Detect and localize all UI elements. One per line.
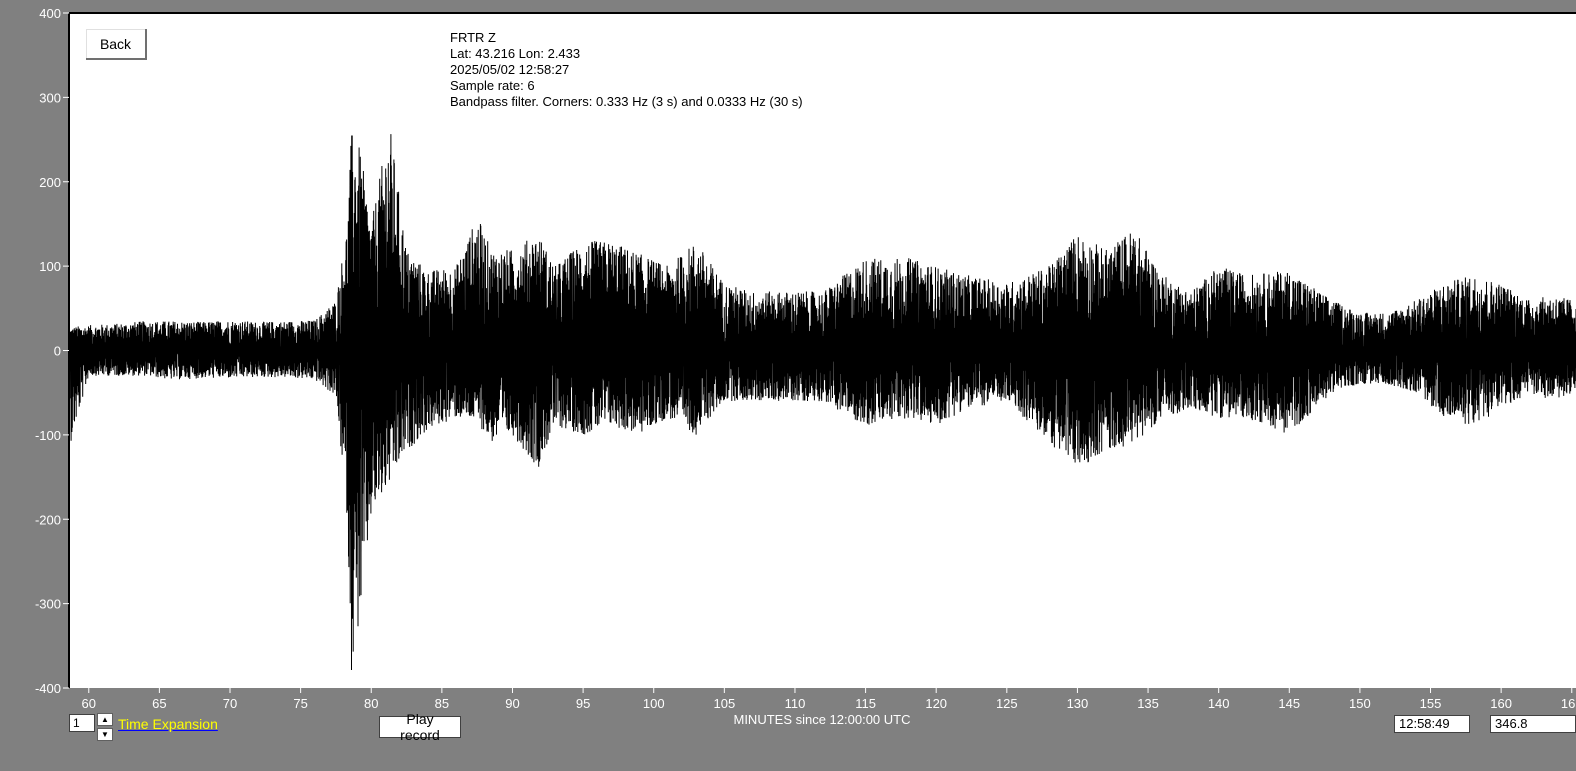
x-tick-label: 130 bbox=[1067, 696, 1089, 711]
x-tick-label: 105 bbox=[713, 696, 735, 711]
y-axis-ticks: 400 300 200 100 0 -100 -200 -300 -400 bbox=[35, 6, 69, 696]
y-tick-label: 200 bbox=[39, 175, 61, 190]
x-tick-label: 110 bbox=[785, 696, 806, 711]
y-tick-label: -400 bbox=[35, 681, 61, 696]
filter-label: Bandpass filter. Corners: 0.333 Hz (3 s)… bbox=[450, 94, 803, 109]
station-label: FRTR Z bbox=[450, 30, 496, 45]
y-tick-label: -200 bbox=[35, 512, 61, 527]
x-tick-label: 140 bbox=[1208, 696, 1230, 711]
location-label: Lat: 43.216 Lon: 2.433 bbox=[450, 46, 580, 61]
x-tick-label: 125 bbox=[996, 696, 1018, 711]
x-tick-label: 135 bbox=[1137, 696, 1159, 711]
x-axis-title: MINUTES since 12:00:00 UTC bbox=[733, 712, 910, 727]
x-tick-label: 85 bbox=[435, 696, 449, 711]
x-tick-label: 60 bbox=[82, 696, 96, 711]
x-tick-label: 155 bbox=[1420, 696, 1442, 711]
time-expansion-label: Time Expansion bbox=[118, 716, 218, 732]
spin-up-arrow-icon[interactable]: ▲ bbox=[97, 713, 113, 726]
x-tick-label: 145 bbox=[1278, 696, 1300, 711]
spin-down-arrow-icon[interactable]: ▼ bbox=[97, 728, 113, 741]
datetime-label: 2025/05/02 12:58:27 bbox=[450, 62, 569, 77]
amplitude-readout: 346.8 bbox=[1490, 715, 1576, 733]
y-tick-label: 0 bbox=[54, 344, 61, 359]
x-tick-label: 95 bbox=[576, 696, 590, 711]
x-tick-label: 70 bbox=[223, 696, 237, 711]
time-expansion-input[interactable] bbox=[69, 714, 95, 732]
play-record-button[interactable]: Play record bbox=[379, 711, 461, 743]
sample-rate-label: Sample rate: 6 bbox=[450, 78, 535, 93]
x-tick-label: 90 bbox=[505, 696, 519, 711]
y-tick-label: 100 bbox=[39, 259, 61, 274]
seismogram-chart: 400 300 200 100 0 -100 -200 -300 -400 60 65 70 75 80… bbox=[35, 6, 1576, 727]
y-tick-label: -300 bbox=[35, 597, 61, 612]
x-tick-label: 80 bbox=[364, 696, 378, 711]
x-tick-label: 75 bbox=[293, 696, 307, 711]
y-tick-label: 300 bbox=[39, 90, 61, 105]
x-tick-label: 165 bbox=[1561, 696, 1576, 711]
x-tick-label: 150 bbox=[1349, 696, 1371, 711]
x-tick-label: 120 bbox=[925, 696, 947, 711]
y-tick-label: -100 bbox=[35, 428, 61, 443]
x-tick-label: 65 bbox=[152, 696, 166, 711]
back-button[interactable]: Back bbox=[86, 29, 147, 60]
y-tick-label: 400 bbox=[39, 6, 61, 21]
time-readout: 12:58:49 bbox=[1394, 715, 1470, 733]
x-tick-label: 160 bbox=[1490, 696, 1512, 711]
x-axis-ticks: 60 65 70 75 80 85 90 95 100 105 110 115 120 125 130 135… bbox=[82, 688, 1576, 711]
x-tick-label: 100 bbox=[643, 696, 665, 711]
x-tick-label: 115 bbox=[855, 696, 876, 711]
